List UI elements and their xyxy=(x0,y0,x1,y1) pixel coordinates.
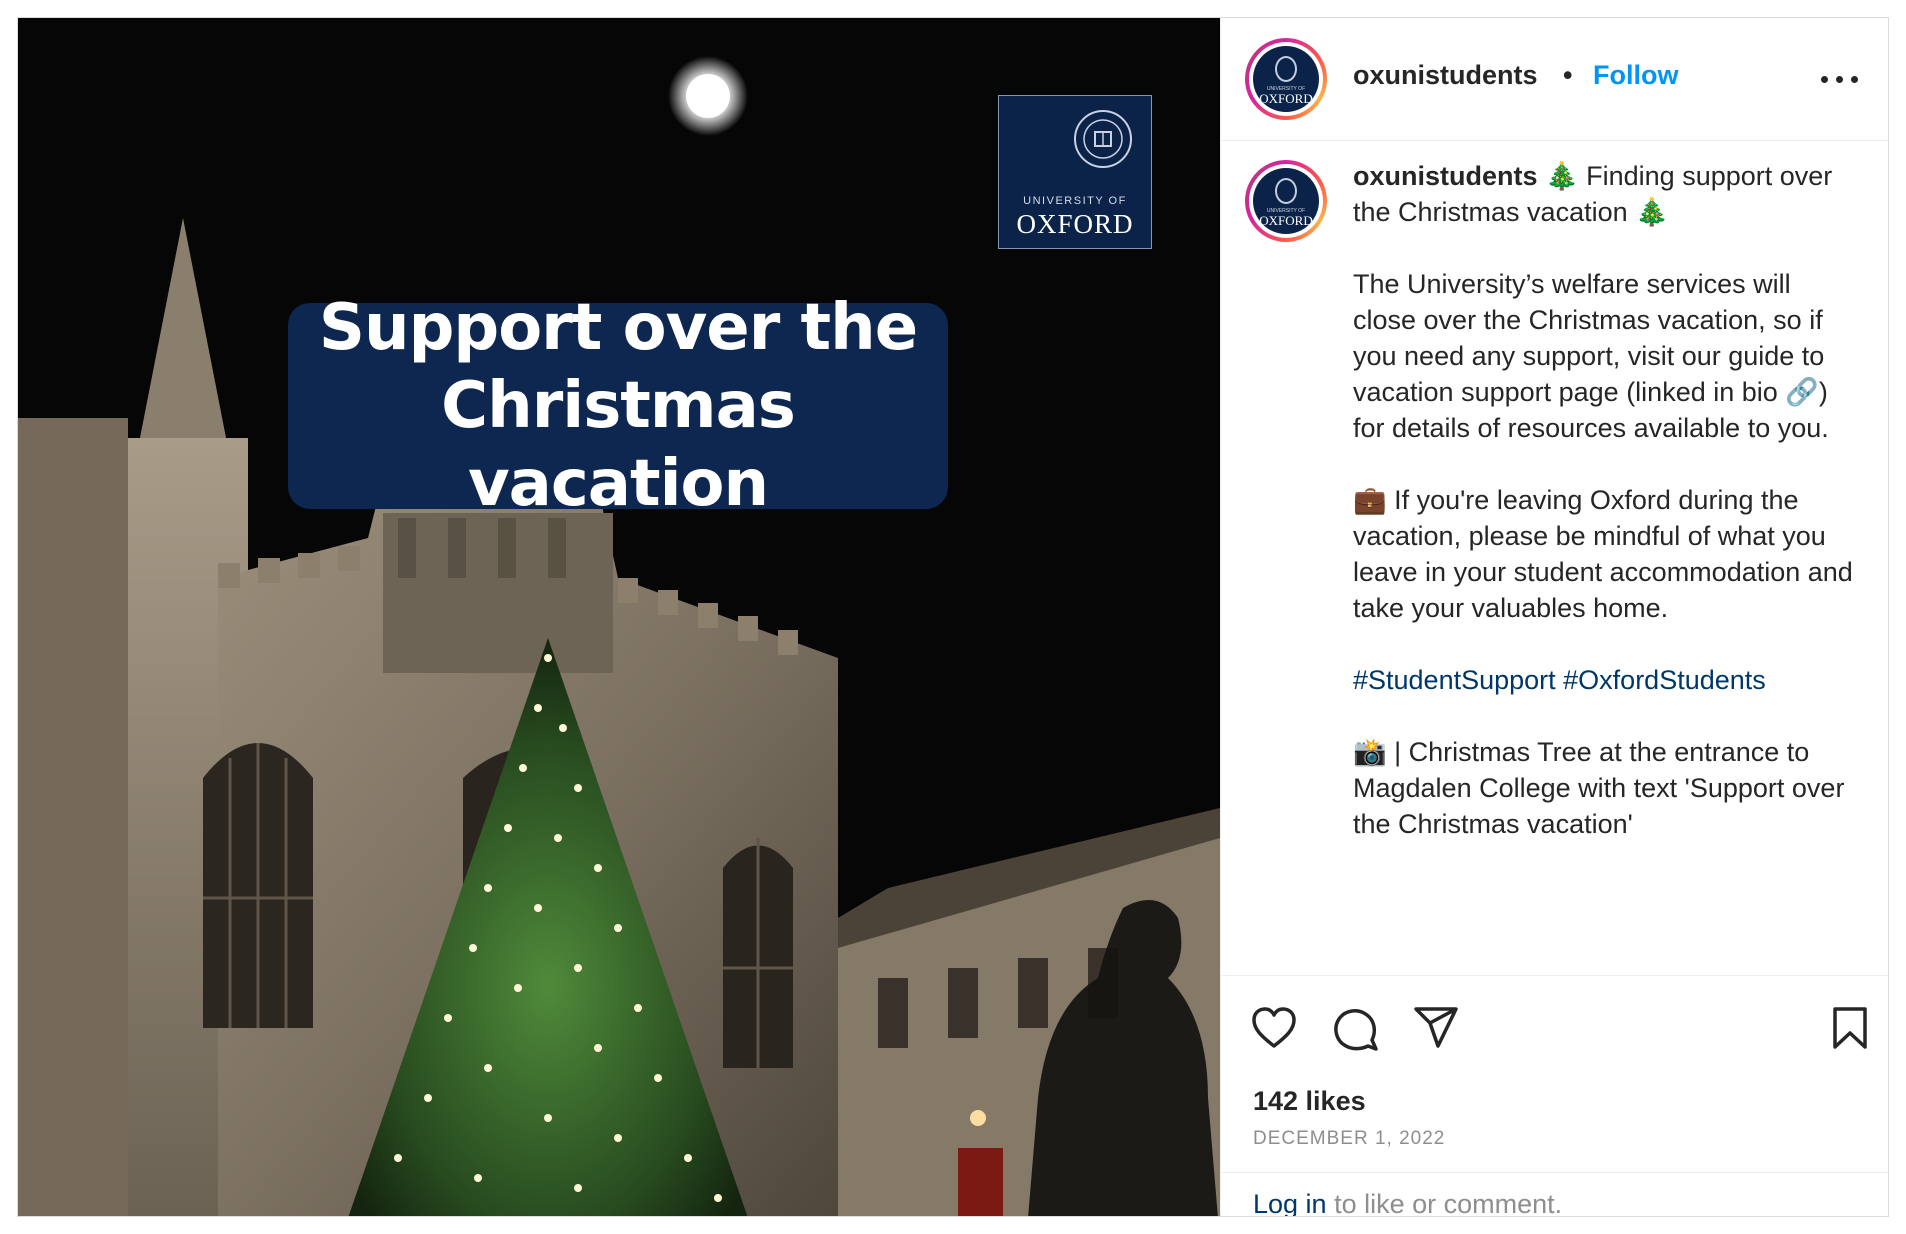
caption-paragraph-photo-credit: 📸 | Christmas Tree at the entrance to Ma… xyxy=(1353,737,1845,839)
instagram-post: UNIVERSITY OF OXFORD Support over the Ch… xyxy=(17,17,1889,1217)
avatar-image: UNIVERSITY OF OXFORD xyxy=(1253,46,1319,112)
caption-paragraph-leaving: 💼 If you're leaving Oxford during the va… xyxy=(1353,485,1853,623)
oxford-crest-icon xyxy=(1074,110,1132,168)
heart-icon[interactable] xyxy=(1251,1006,1297,1050)
comment-icon[interactable] xyxy=(1333,1006,1379,1052)
crest-icon xyxy=(1275,56,1297,82)
post-image[interactable]: UNIVERSITY OF OXFORD Support over the Ch… xyxy=(18,18,1220,1216)
avatar-image: UNIVERSITY OF OXFORD xyxy=(1253,168,1319,234)
bookmark-icon[interactable] xyxy=(1831,1006,1869,1050)
logo-university-of-text: UNIVERSITY OF xyxy=(1023,195,1127,207)
caption-area[interactable]: UNIVERSITY OF OXFORD oxunistudents 🎄 Fin… xyxy=(1221,140,1888,975)
post-header: UNIVERSITY OF OXFORD oxunistudents • Fol… xyxy=(1221,18,1888,141)
login-suffix-text: to like or comment. xyxy=(1326,1189,1563,1217)
header-username-link[interactable]: oxunistudents xyxy=(1353,60,1538,91)
crest-icon xyxy=(1275,178,1297,204)
caption-avatar[interactable]: UNIVERSITY OF OXFORD xyxy=(1245,160,1327,242)
post-sidebar: UNIVERSITY OF OXFORD oxunistudents • Fol… xyxy=(1220,18,1888,1217)
login-prompt: Log in to like or comment. xyxy=(1221,1172,1888,1217)
logo-oxford-text: OXFORD xyxy=(1016,209,1134,239)
post-date: DECEMBER 1, 2022 xyxy=(1253,1128,1446,1149)
login-link[interactable]: Log in xyxy=(1253,1189,1327,1216)
header-separator: • xyxy=(1563,60,1573,90)
caption-paragraph-welfare: The University’s welfare services will c… xyxy=(1353,269,1829,443)
more-options-icon[interactable] xyxy=(1821,74,1861,86)
university-of-oxford-logo: UNIVERSITY OF OXFORD xyxy=(998,95,1152,249)
caption-text: oxunistudents 🎄 Finding support over the… xyxy=(1353,158,1853,842)
caption-hashtags[interactable]: #StudentSupport #OxfordStudents xyxy=(1353,665,1766,695)
image-title-text: Support over the Christmas vacation xyxy=(318,291,918,521)
caption-username-link[interactable]: oxunistudents xyxy=(1353,161,1538,191)
share-icon[interactable] xyxy=(1413,1006,1459,1050)
header-avatar[interactable]: UNIVERSITY OF OXFORD xyxy=(1245,38,1327,120)
post-actions: 142 likes DECEMBER 1, 2022 Log in to lik… xyxy=(1221,975,1888,1217)
likes-count[interactable]: 142 likes xyxy=(1253,1086,1366,1117)
follow-button[interactable]: Follow xyxy=(1593,60,1678,91)
image-title-banner: Support over the Christmas vacation xyxy=(288,291,948,521)
